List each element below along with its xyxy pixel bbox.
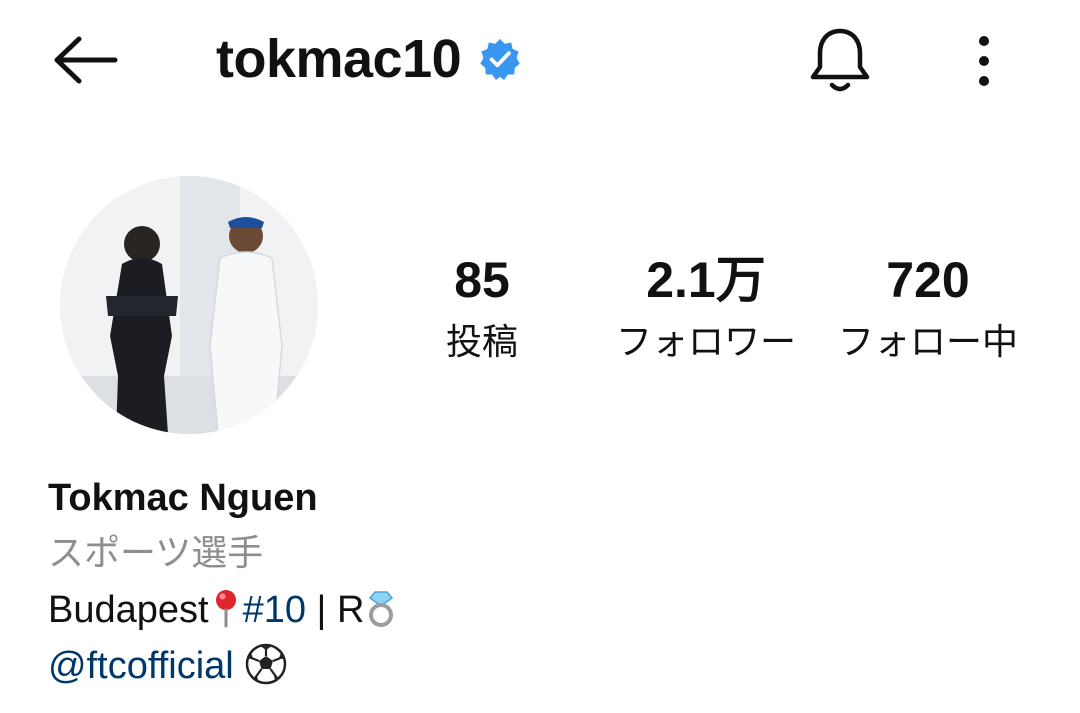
following-count[interactable]: 720 フォロー中 xyxy=(818,250,1038,370)
followers-value: 2.1万 xyxy=(646,252,766,308)
bio-text-line: Budapest #10 | R xyxy=(48,582,1028,638)
pushpin-icon xyxy=(215,589,236,628)
verified-badge-icon xyxy=(480,39,520,80)
followers-count[interactable]: 2.1万 フォロワー xyxy=(596,250,816,370)
profile-category: スポーツ選手 xyxy=(48,533,264,574)
back-arrow-icon xyxy=(54,36,118,84)
soccer-ball-icon xyxy=(246,643,287,685)
bio-hashtag[interactable]: #10 xyxy=(243,589,306,631)
bell-icon xyxy=(810,28,870,92)
notifications-button[interactable] xyxy=(800,20,880,100)
top-bar: tokmac10 xyxy=(0,0,1080,120)
ring-icon xyxy=(369,591,394,627)
posts-label: 投稿 xyxy=(445,322,518,363)
profile-screen: tokmac10 85 投稿 2.1万 フォロワー 720 フォロー中 Tokm… xyxy=(0,0,1080,713)
bio-location: Budapest xyxy=(48,589,209,631)
back-button[interactable] xyxy=(44,30,124,90)
full-name: Tokmac Nguen xyxy=(48,477,318,519)
more-vertical-icon xyxy=(979,36,989,86)
username: tokmac10 xyxy=(216,29,462,89)
bio-mention-link[interactable]: @ftcofficial xyxy=(48,645,234,687)
profile-avatar[interactable] xyxy=(60,176,318,434)
avatar-photo xyxy=(60,176,318,434)
posts-value: 85 xyxy=(454,252,510,308)
bio-mention-line: @ftcofficial xyxy=(48,638,1028,694)
following-label: フォロー中 xyxy=(837,322,1018,363)
followers-label: フォロワー xyxy=(615,322,796,363)
following-value: 720 xyxy=(886,252,970,308)
more-options-button[interactable] xyxy=(956,24,1012,94)
username-header: tokmac10 xyxy=(216,24,521,94)
bio-separator: | R xyxy=(305,589,365,631)
profile-bio: Tokmac Nguen スポーツ選手 Budapest #10 | R @ftc… xyxy=(48,470,1028,694)
posts-count[interactable]: 85 投稿 xyxy=(372,250,592,370)
